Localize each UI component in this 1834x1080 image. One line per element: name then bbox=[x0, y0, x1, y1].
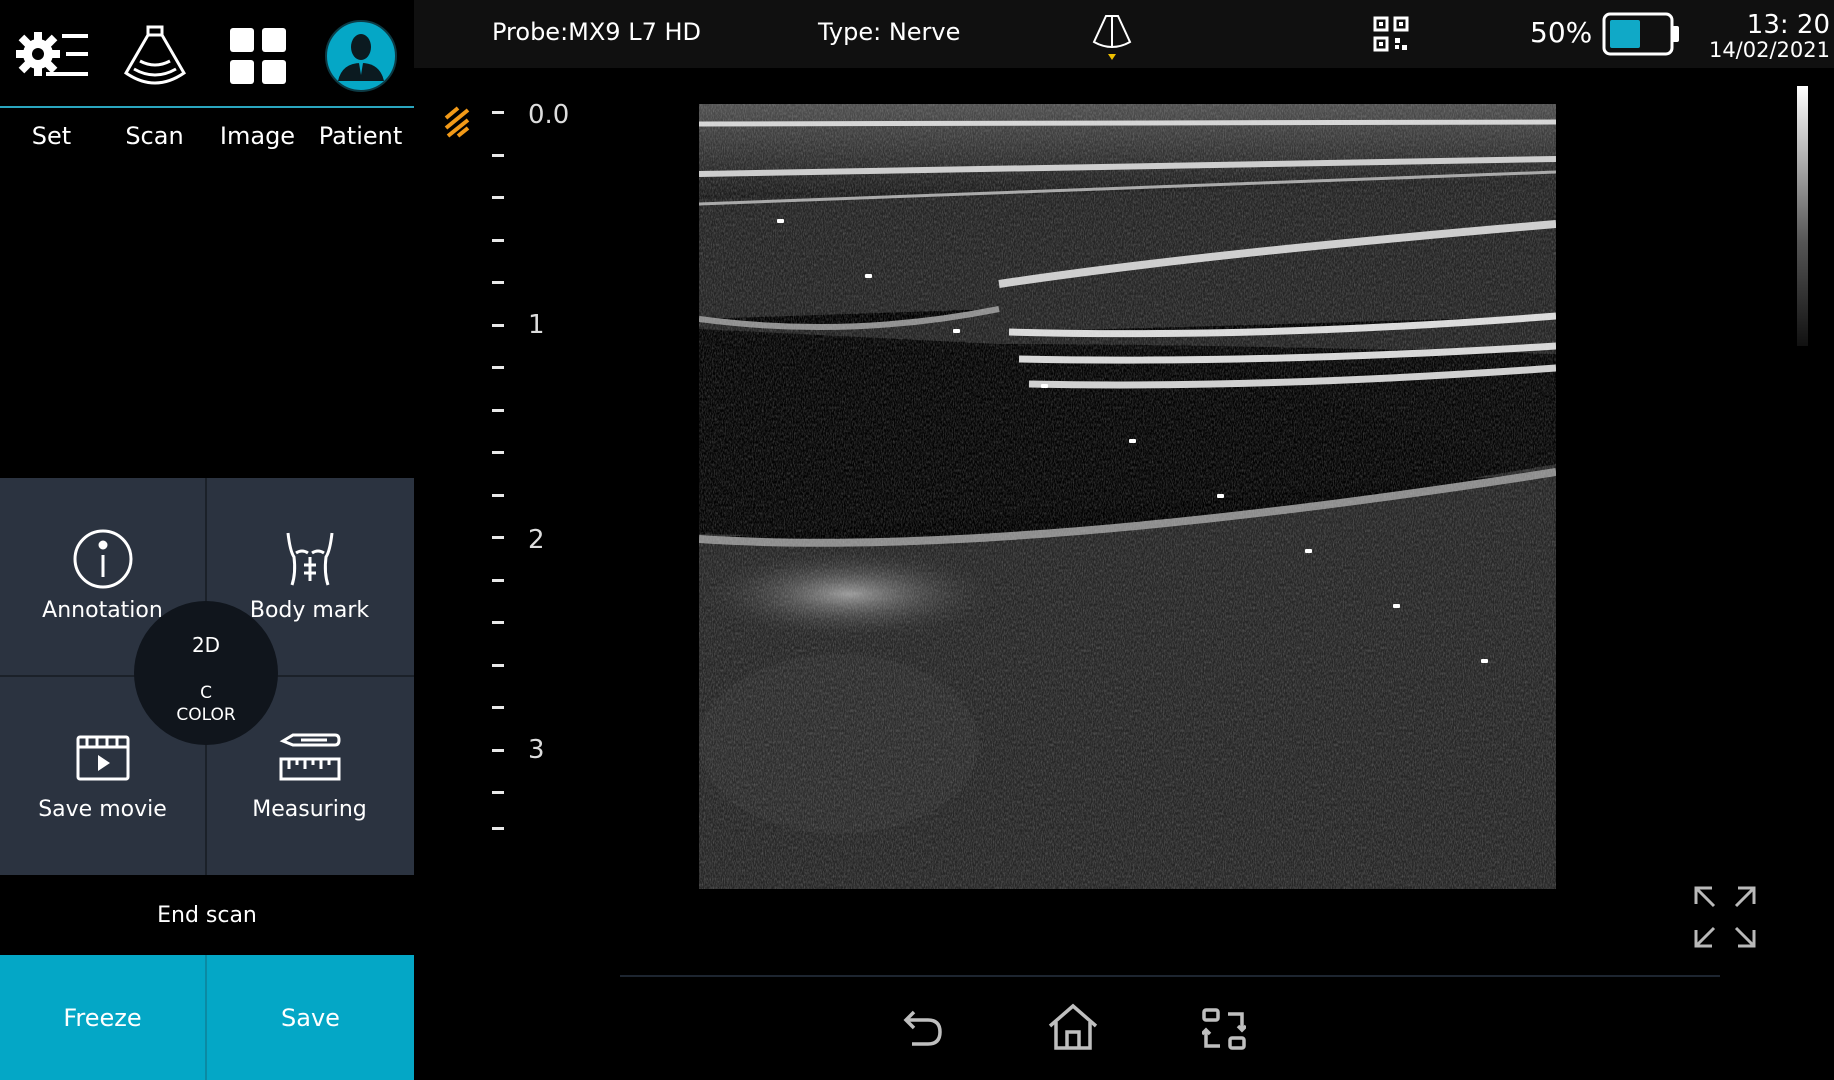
exam-type-label: Type: Nerve bbox=[818, 18, 961, 46]
measuring-label: Measuring bbox=[252, 797, 367, 822]
nav-set-button[interactable]: Set bbox=[0, 0, 103, 150]
depth-tick bbox=[492, 324, 504, 327]
status-bar: Probe:MX9 L7 HD Type: Nerve 50% 13: 20 1… bbox=[414, 0, 1834, 68]
nav-image-button[interactable]: Image bbox=[206, 0, 309, 150]
recent-apps-icon[interactable] bbox=[1200, 1008, 1248, 1052]
mode-2d-label[interactable]: 2D bbox=[134, 633, 278, 657]
nav-image-label: Image bbox=[219, 122, 296, 150]
nav-patient-button[interactable]: Patient bbox=[309, 0, 412, 150]
qr-code-icon[interactable] bbox=[1372, 15, 1410, 53]
battery-percent: 50% bbox=[1530, 16, 1593, 49]
depth-tick bbox=[492, 621, 504, 624]
depth-tick bbox=[492, 706, 504, 709]
depth-tick bbox=[492, 791, 504, 794]
mode-c-label: C bbox=[200, 683, 212, 703]
depth-tick bbox=[492, 494, 504, 497]
probe-icon bbox=[103, 18, 206, 94]
person-icon bbox=[309, 18, 412, 94]
clock-date: 14/02/2021 bbox=[1708, 38, 1830, 62]
depth-tick bbox=[492, 239, 504, 242]
nav-scan-button[interactable]: Scan bbox=[103, 0, 206, 150]
ultrasound-image[interactable] bbox=[699, 104, 1556, 889]
left-panel: Set Scan Image Patient Annotation Body m… bbox=[0, 0, 414, 1080]
probe-orientation-icon[interactable] bbox=[1090, 12, 1134, 60]
freeze-button[interactable]: Freeze bbox=[0, 955, 205, 1080]
torso-icon bbox=[207, 524, 412, 594]
probe-label: Probe:MX9 L7 HD bbox=[492, 18, 702, 46]
battery-icon bbox=[1602, 12, 1682, 56]
fullscreen-icon[interactable] bbox=[1692, 884, 1758, 950]
depth-scale: 0.0 1 2 3 bbox=[440, 100, 580, 840]
depth-tick bbox=[492, 451, 504, 454]
depth-label: 1 bbox=[528, 310, 545, 340]
save-movie-label: Save movie bbox=[38, 797, 167, 822]
depth-tick bbox=[492, 827, 504, 830]
gear-icon bbox=[0, 18, 103, 94]
home-icon[interactable] bbox=[1046, 1002, 1100, 1052]
depth-tick bbox=[492, 366, 504, 369]
depth-tick bbox=[492, 111, 504, 114]
depth-tick bbox=[492, 664, 504, 667]
depth-tick bbox=[492, 281, 504, 284]
bottom-divider bbox=[620, 975, 1720, 977]
end-scan-button[interactable]: End scan bbox=[0, 875, 414, 955]
depth-tick bbox=[492, 409, 504, 412]
depth-label: 0.0 bbox=[528, 100, 570, 130]
depth-label: 3 bbox=[528, 735, 545, 765]
depth-tick bbox=[492, 154, 504, 157]
grid-icon bbox=[206, 18, 309, 94]
grayscale-bar bbox=[1797, 86, 1808, 346]
depth-tick bbox=[492, 749, 504, 752]
depth-tick bbox=[492, 196, 504, 199]
mode-selector[interactable]: 2D C COLOR bbox=[134, 601, 278, 745]
nav-scan-label: Scan bbox=[125, 122, 184, 150]
back-icon[interactable] bbox=[902, 1006, 944, 1048]
depth-tick bbox=[492, 536, 504, 539]
clock-time: 13: 20 bbox=[1746, 10, 1830, 40]
depth-tick bbox=[492, 579, 504, 582]
save-button[interactable]: Save bbox=[207, 955, 414, 1080]
info-icon bbox=[0, 524, 205, 594]
depth-label: 2 bbox=[528, 525, 545, 555]
top-nav: Set Scan Image Patient bbox=[0, 0, 414, 150]
mode-color-label[interactable]: COLOR bbox=[134, 705, 278, 725]
nav-set-label: Set bbox=[31, 122, 72, 150]
nav-patient-label: Patient bbox=[318, 122, 403, 150]
